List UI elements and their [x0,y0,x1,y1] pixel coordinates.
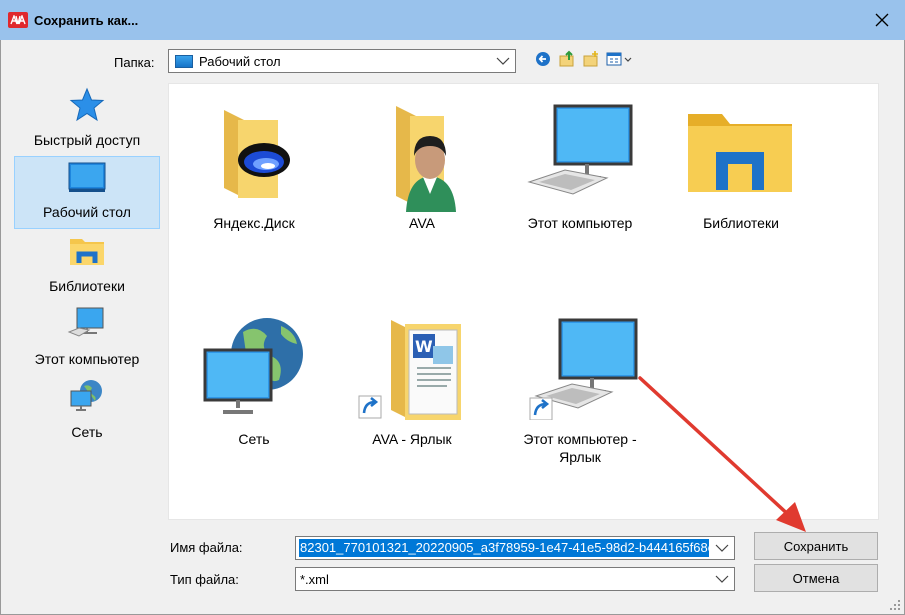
svg-text:W: W [415,337,433,356]
place-label: Быстрый доступ [33,132,141,148]
filename-input[interactable]: 82301_770101321_20220905_a3f78959-1e47-4… [295,536,735,560]
network-icon [70,380,102,411]
filetype-select[interactable]: *.xml [295,567,735,591]
folder-select[interactable]: Рабочий стол [168,49,516,73]
up-folder-icon [559,50,574,67]
file-list[interactable]: Яндекс.Диск AVA Этот компьютер Библиотек… [168,83,879,520]
user-folder-icon [396,106,456,212]
filename-label: Имя файла: [170,540,243,555]
folder-toolbar [534,50,634,68]
libraries-icon [70,239,104,265]
view-grid-icon [606,52,632,66]
window-title: Сохранить как... [34,12,139,28]
computer-icon [527,104,633,195]
close-button[interactable] [859,0,905,40]
file-item-ava-shortcut[interactable]: W AVA - Ярлык [337,312,487,462]
title-bar: Сохранить как... [0,0,905,40]
desktop-icon [68,162,106,192]
back-button[interactable] [534,50,552,68]
file-item-this-pc-shortcut[interactable]: Этот компьютер - Ярлык [505,312,655,472]
place-label: Библиотеки [49,278,125,294]
view-menu-button[interactable] [606,50,634,68]
file-item-yandex-disk[interactable]: Яндекс.Диск [179,98,329,248]
places-bar: Быстрый доступ Рабочий стол Библиотеки Э… [14,83,160,463]
place-label: Сеть [71,424,103,440]
computer-icon [67,307,104,337]
filetype-value: *.xml [300,571,329,587]
file-item-label: Этот компьютер [527,215,633,231]
file-item-label: Библиотеки [703,215,779,231]
filetype-label: Тип файла: [170,572,239,587]
resize-grip-icon[interactable] [889,599,901,611]
cancel-button[interactable]: Отмена [754,564,878,592]
new-folder-icon [583,51,598,67]
libraries-folder-icon [688,114,792,192]
shortcut-folder-icon: W [358,320,461,420]
file-item-network[interactable]: Сеть [179,312,329,462]
filename-value: 82301_770101321_20220905_a3f78959-1e47-4… [299,539,709,557]
file-item-label: Сеть [238,431,270,447]
folder-label: Папка: [114,55,155,70]
file-item-this-pc[interactable]: Этот компьютер [505,98,655,248]
file-item-label-line2: Ярлык [559,449,601,465]
file-item-label: Этот компьютер - [523,431,637,447]
file-item-label: AVA [409,215,435,231]
file-item-ava[interactable]: AVA [347,98,497,248]
up-folder-button[interactable] [558,50,576,68]
folder-value: Рабочий стол [199,53,281,69]
place-libraries[interactable]: Библиотеки [14,229,160,302]
file-item-libraries[interactable]: Библиотеки [666,98,816,248]
new-folder-button[interactable] [582,50,600,68]
save-button[interactable]: Сохранить [754,532,878,560]
place-quick-access[interactable]: Быстрый доступ [14,83,160,156]
chevron-down-icon [715,544,729,552]
chevron-down-icon [496,57,510,65]
place-desktop[interactable]: Рабочий стол [14,156,160,229]
star-icon [69,87,105,122]
yandex-disk-folder-icon [224,110,290,198]
back-arrow-icon [536,52,550,66]
app-logo-icon [8,12,28,28]
place-network[interactable]: Сеть [14,375,160,448]
close-icon [875,13,889,27]
shortcut-computer-icon [529,318,638,420]
file-item-label: AVA - Ярлык [372,431,452,447]
place-label: Этот компьютер [34,351,140,367]
chevron-down-icon [715,575,729,583]
network-icon [203,318,303,414]
place-this-pc[interactable]: Этот компьютер [14,302,160,375]
place-label: Рабочий стол [43,204,131,220]
desktop-icon [175,54,193,68]
file-item-label: Яндекс.Диск [213,215,295,231]
